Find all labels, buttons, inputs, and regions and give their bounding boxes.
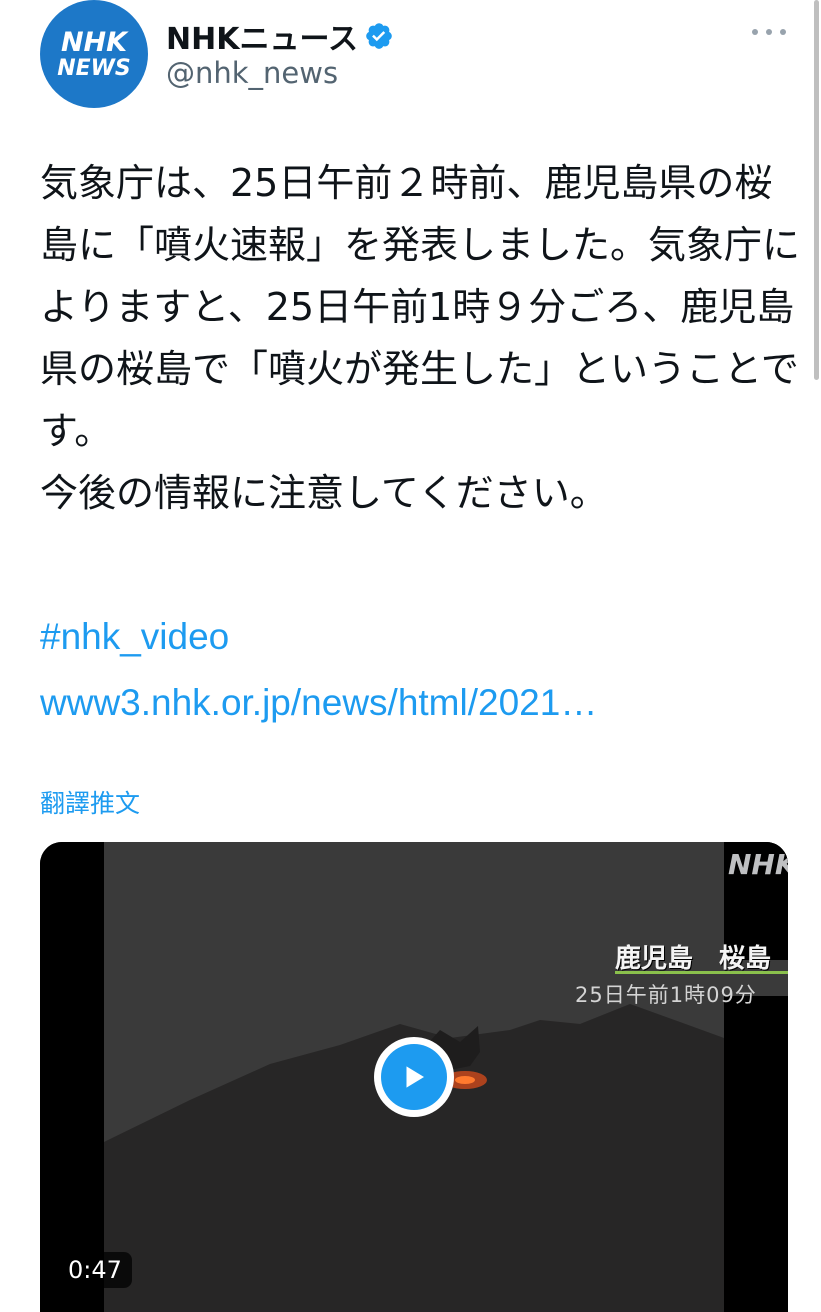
overlay-caption-underline — [615, 971, 788, 974]
overlay-time-caption: 25日午前1時09分 — [575, 983, 757, 1007]
video-player[interactable]: NHK 鹿児島 桜島 25日午前1時09分 0:47 — [40, 842, 788, 1312]
tweet-paragraph-1: 気象庁は、25日午前２時前、鹿児島県の桜島に「噴火速報」を発表しました。気象庁に… — [40, 161, 801, 453]
tweet-paragraph-2: 今後の情報に注意してください。 — [40, 471, 608, 515]
play-button-circle — [381, 1044, 447, 1110]
author-display-name-row[interactable]: NHKニュース — [166, 14, 394, 58]
translate-tweet-link[interactable]: 翻譯推文 — [40, 784, 140, 820]
hashtag-link[interactable]: #nhk_video — [40, 616, 229, 658]
overlay-nhk-logo: NHK — [728, 848, 788, 881]
play-icon — [406, 1066, 424, 1088]
more-dot — [752, 29, 758, 35]
overlay-location-caption: 鹿児島 桜島 — [615, 944, 772, 974]
avatar[interactable]: NHK NEWS — [40, 0, 148, 108]
article-url-link[interactable]: www3.nhk.or.jp/news/html/2021… — [40, 682, 597, 724]
more-dot — [780, 29, 786, 35]
play-button[interactable] — [374, 1037, 454, 1117]
video-duration-badge: 0:47 — [58, 1252, 132, 1288]
more-dot — [766, 29, 772, 35]
scrollbar-thumb[interactable] — [814, 0, 819, 380]
author-display-name[interactable]: NHKニュース — [166, 14, 358, 58]
author-handle[interactable]: @nhk_news — [166, 56, 338, 90]
tweet-text: 気象庁は、25日午前２時前、鹿児島県の桜島に「噴火速報」を発表しました。気象庁に… — [40, 152, 800, 524]
avatar-logo-line2: NEWS — [57, 55, 131, 81]
more-options-icon[interactable] — [752, 22, 786, 42]
verified-badge-icon — [366, 23, 392, 49]
avatar-logo-line1: NHK — [60, 26, 128, 58]
